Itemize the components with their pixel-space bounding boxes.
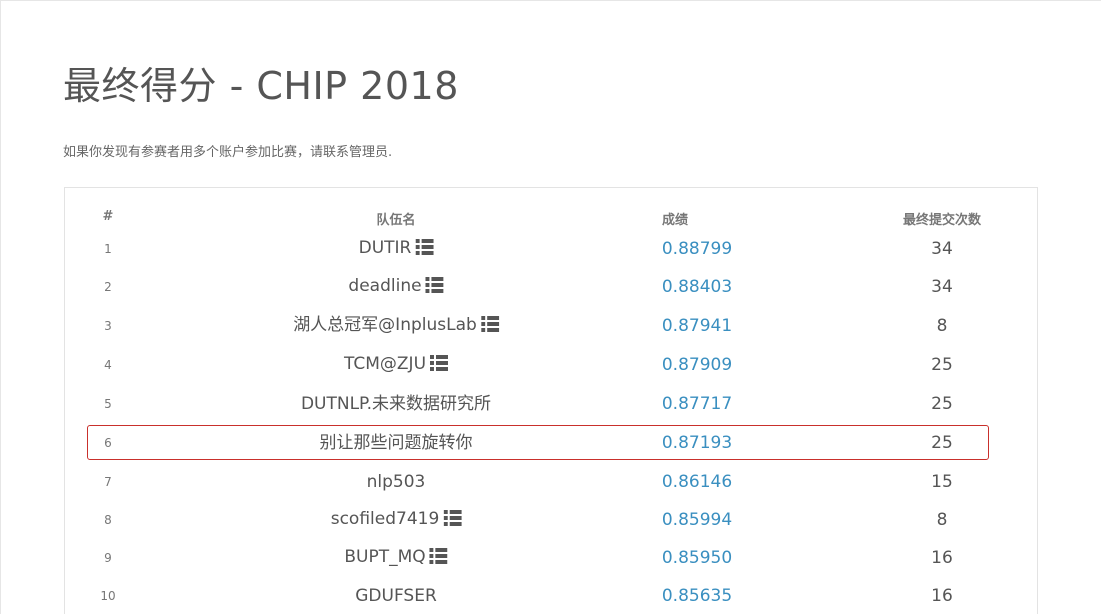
- row-score: 0.87193: [661, 433, 733, 453]
- row-score: 0.87717: [661, 394, 733, 414]
- row-score: 0.86146: [661, 472, 733, 492]
- row-submission-count: 16: [931, 586, 953, 606]
- row-rank: 7: [104, 475, 112, 489]
- row-rank: 4: [104, 358, 112, 372]
- team-name-link[interactable]: DUTIR: [359, 238, 412, 258]
- row-team-cell: deadline: [348, 271, 444, 303]
- table-row: 10 GDUFSER 0.85635 16: [1, 581, 1101, 611]
- team-name-link[interactable]: deadline: [348, 276, 421, 296]
- row-team-cell: 别让那些问题旋转你: [320, 428, 473, 458]
- team-name-link[interactable]: BUPT_MQ: [344, 547, 425, 567]
- header-team: 队伍名: [376, 213, 416, 228]
- row-score: 0.85994: [661, 510, 733, 530]
- row-rank: 5: [104, 397, 112, 411]
- row-score: 0.88799: [661, 239, 733, 259]
- row-submission-count: 15: [931, 472, 953, 492]
- row-rank: 9: [104, 551, 112, 565]
- row-rank: 1: [104, 242, 112, 256]
- list-icon[interactable]: [480, 312, 499, 342]
- row-team-cell: DUTNLP.未来数据研究所: [301, 389, 491, 419]
- row-score: 0.87909: [661, 355, 733, 375]
- row-submission-count: 8: [936, 316, 948, 336]
- header-score: 成绩: [661, 213, 689, 228]
- table-row: 8 scofiled7419 0.85994 8: [1, 505, 1101, 535]
- row-score: 0.85635: [661, 586, 733, 606]
- row-rank: 10: [100, 589, 116, 603]
- table-row: 1 DUTIR 0.88799 34: [1, 234, 1101, 264]
- row-team-cell: nlp503: [367, 467, 426, 497]
- table-row: 4 TCM@ZJU 0.87909 25: [1, 350, 1101, 380]
- row-team-cell: DUTIR: [359, 233, 434, 265]
- row-submission-count: 34: [931, 239, 953, 259]
- team-name-link[interactable]: 湖人总冠军@InplusLab: [293, 315, 477, 335]
- row-submission-count: 16: [931, 548, 953, 568]
- row-submission-count: 25: [931, 355, 953, 375]
- team-name-link[interactable]: 别让那些问题旋转你: [320, 433, 473, 453]
- table-row: 5 DUTNLP.未来数据研究所 0.87717 25: [1, 389, 1101, 419]
- row-score: 0.87941: [661, 316, 733, 336]
- row-score: 0.85950: [661, 548, 733, 568]
- page: 最终得分 - CHIP 2018 如果你发现有参赛者用多个账户参加比赛，请联系管…: [0, 0, 1101, 614]
- table-row: 9 BUPT_MQ 0.85950 16: [1, 543, 1101, 573]
- row-score: 0.88403: [661, 277, 733, 297]
- notice-text: 如果你发现有参赛者用多个账户参加比赛，请联系管理员.: [63, 145, 393, 160]
- row-team-cell: TCM@ZJU: [344, 349, 449, 381]
- list-icon[interactable]: [443, 506, 462, 536]
- list-icon[interactable]: [429, 544, 448, 574]
- table-row: 7 nlp503 0.86146 15: [1, 467, 1101, 497]
- row-rank: 6: [104, 436, 112, 450]
- row-submission-count: 34: [931, 277, 953, 297]
- team-name-link[interactable]: nlp503: [367, 472, 426, 492]
- row-team-cell: scofiled7419: [331, 504, 462, 536]
- header-rank: #: [102, 209, 114, 224]
- header-count: 最终提交次数: [902, 213, 982, 228]
- table-row: 2 deadline 0.88403 34: [1, 272, 1101, 302]
- row-rank: 8: [104, 513, 112, 527]
- row-submission-count: 25: [931, 394, 953, 414]
- team-name-link[interactable]: scofiled7419: [331, 509, 440, 529]
- row-team-cell: 湖人总冠军@InplusLab: [293, 310, 499, 342]
- row-submission-count: 8: [936, 510, 948, 530]
- team-name-link[interactable]: DUTNLP.未来数据研究所: [301, 394, 491, 414]
- team-name-link[interactable]: TCM@ZJU: [344, 354, 426, 374]
- list-icon[interactable]: [425, 273, 444, 303]
- table-row: 6 别让那些问题旋转你 0.87193 25: [1, 428, 1101, 458]
- list-icon[interactable]: [415, 235, 434, 265]
- row-team-cell: GDUFSER: [355, 581, 437, 611]
- table-row: 3 湖人总冠军@InplusLab 0.87941 8: [1, 311, 1101, 341]
- list-icon[interactable]: [430, 351, 449, 381]
- row-rank: 3: [104, 319, 112, 333]
- page-title: 最终得分 - CHIP 2018: [63, 64, 459, 108]
- team-name-link[interactable]: GDUFSER: [355, 586, 437, 606]
- row-submission-count: 25: [931, 433, 953, 453]
- row-rank: 2: [104, 280, 112, 294]
- row-team-cell: BUPT_MQ: [344, 542, 448, 574]
